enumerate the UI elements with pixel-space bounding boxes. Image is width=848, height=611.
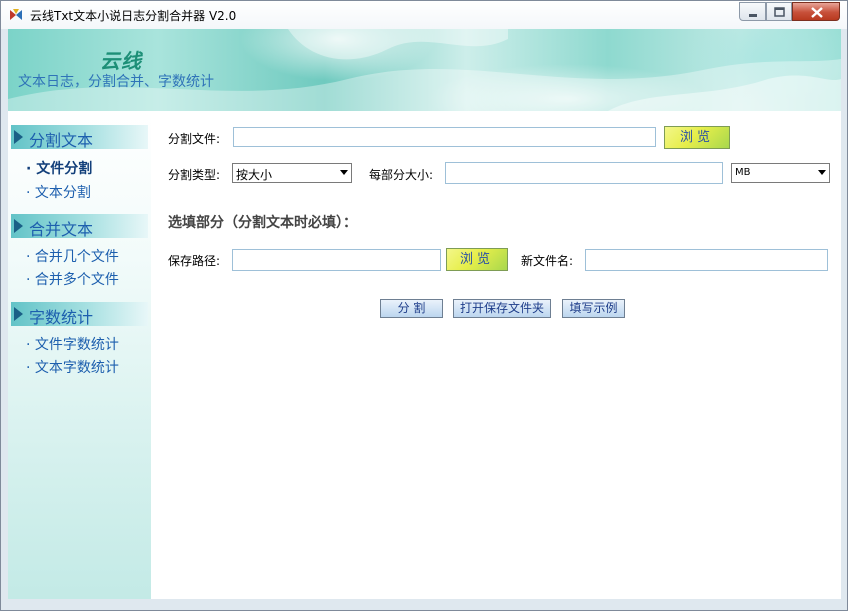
- client-area: 云线 文本日志，分割合并、字数统计 分割文本 · 文件分割 · 文本分割 合并文…: [8, 29, 841, 605]
- split-file-label: 分割文件:: [168, 132, 221, 146]
- sidebar-header-label: 分割文本: [29, 131, 94, 150]
- new-name-label: 新文件名:: [521, 254, 574, 268]
- app-logo-icon: [10, 9, 22, 20]
- browse-file-button[interactable]: 浏览: [664, 126, 730, 149]
- chevron-down-icon: [340, 170, 348, 175]
- window-title: 云线Txt文本小说日志分割合并器 V2.0: [30, 9, 237, 23]
- example-button[interactable]: 填写示例: [562, 299, 625, 318]
- sidebar-item-merge-several[interactable]: · 合并几个文件: [26, 246, 119, 266]
- title-bar[interactable]: 云线Txt文本小说日志分割合并器 V2.0: [1, 1, 847, 29]
- status-strip: [8, 599, 841, 605]
- sidebar-header-wordcount[interactable]: 字数统计: [11, 302, 148, 327]
- save-path-label: 保存路径:: [168, 254, 221, 268]
- chevron-down-icon: [818, 170, 826, 175]
- sidebar-item-file-wordcount[interactable]: · 文件字数统计: [26, 334, 119, 354]
- sidebar-header-split[interactable]: 分割文本: [11, 125, 148, 150]
- split-type-value: 按大小: [236, 168, 273, 182]
- sidebar-item-text-split[interactable]: · 文本分割: [26, 182, 91, 202]
- banner-title: 云线: [100, 49, 142, 73]
- split-type-select[interactable]: 按大小: [232, 163, 352, 183]
- minimize-button[interactable]: [739, 2, 766, 21]
- banner-subtitle: 文本日志，分割合并、字数统计: [18, 74, 214, 90]
- save-path-input[interactable]: [232, 249, 441, 271]
- sidebar: 分割文本 · 文件分割 · 文本分割 合并文本 · 合并几个文件 · 合并多个文…: [8, 111, 151, 599]
- sidebar-item-text-wordcount[interactable]: · 文本字数统计: [26, 357, 119, 377]
- unit-select[interactable]: MB: [731, 163, 830, 183]
- split-file-input[interactable]: [233, 127, 656, 147]
- arrow-right-icon: [14, 219, 23, 233]
- maximize-button[interactable]: [766, 2, 792, 21]
- close-button[interactable]: [792, 2, 840, 21]
- part-size-input[interactable]: [445, 162, 723, 184]
- sidebar-item-merge-many[interactable]: · 合并多个文件: [26, 269, 119, 289]
- app-window: 云线Txt文本小说日志分割合并器 V2.0 云线 文本日志，分割合并、字数统计 …: [0, 0, 848, 611]
- sidebar-header-merge[interactable]: 合并文本: [11, 214, 148, 239]
- split-type-label: 分割类型:: [168, 168, 221, 182]
- part-size-label: 每部分大小:: [369, 168, 434, 182]
- open-folder-button[interactable]: 打开保存文件夹: [453, 299, 551, 318]
- new-name-input[interactable]: [585, 249, 828, 271]
- sidebar-item-file-split[interactable]: · 文件分割: [26, 158, 92, 178]
- close-icon: [811, 7, 823, 18]
- minimize-icon: [749, 14, 757, 17]
- split-button[interactable]: 分 割: [380, 299, 443, 318]
- sidebar-header-label: 合并文本: [29, 220, 94, 239]
- header-banner: 云线 文本日志，分割合并、字数统计: [8, 29, 841, 111]
- arrow-right-icon: [14, 307, 23, 321]
- browse-folder-button[interactable]: 浏览: [446, 248, 508, 271]
- sidebar-header-label: 字数统计: [29, 308, 94, 327]
- optional-section-title: 选填部分（分割文本时必填）：: [168, 215, 357, 231]
- arrow-right-icon: [14, 130, 23, 144]
- maximize-icon: [774, 7, 785, 17]
- unit-value: MB: [735, 167, 751, 178]
